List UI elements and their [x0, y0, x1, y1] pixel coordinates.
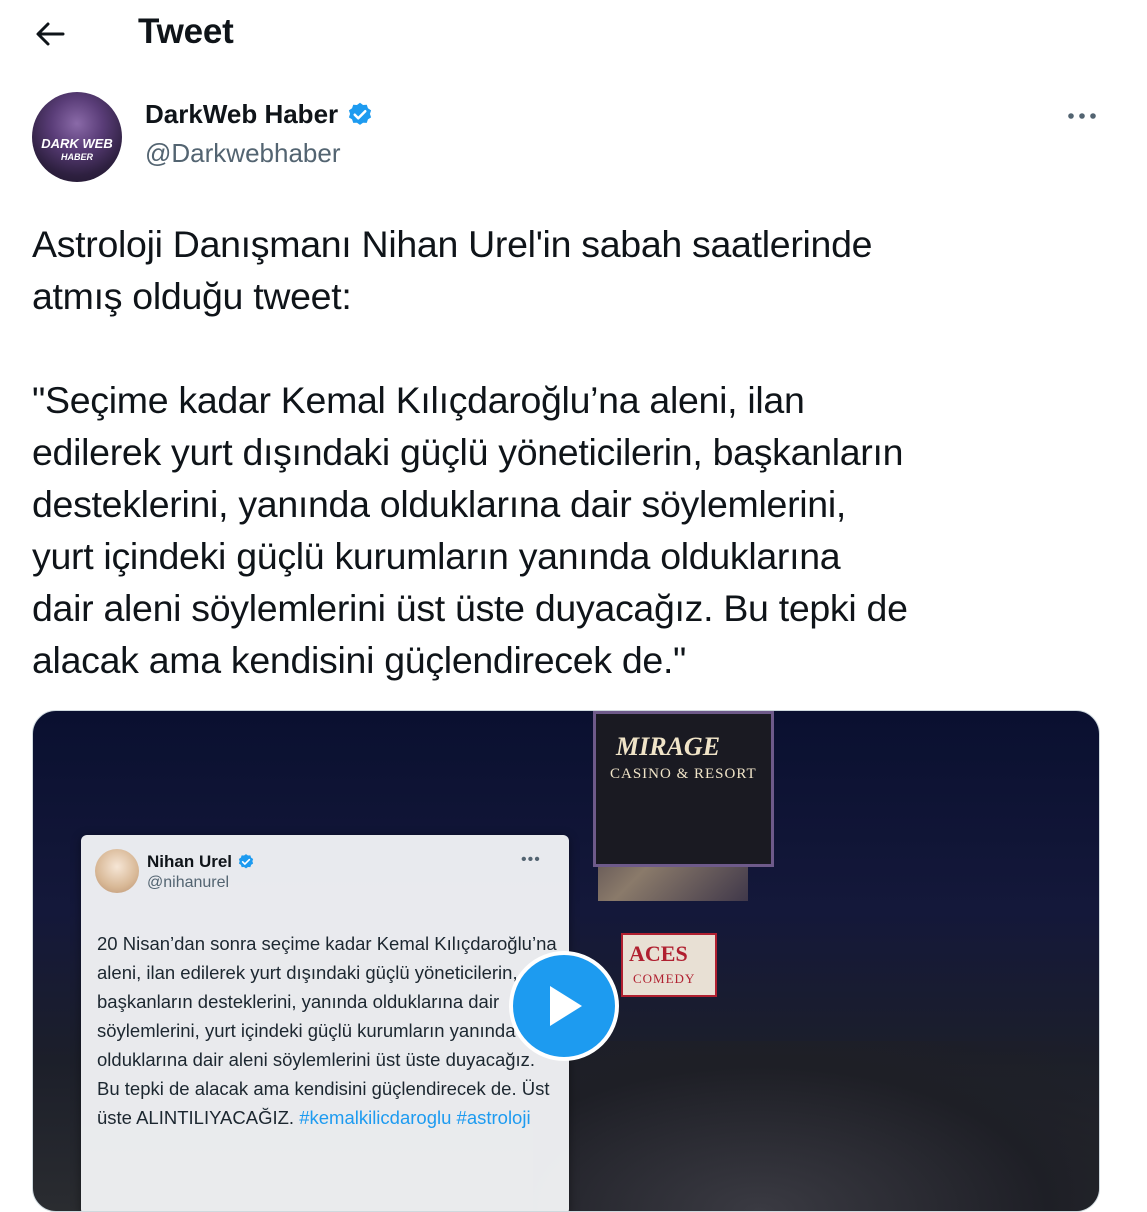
embedded-tweet-card: Nihan Urel @nihanurel ••• 20 Nisan’dan s… [81, 835, 569, 1211]
verified-badge-icon [349, 102, 372, 125]
crowd-background [533, 1041, 1099, 1211]
more-horizontal-icon [1068, 113, 1096, 119]
embedded-name-row: Nihan Urel [147, 852, 255, 872]
arrow-left-icon [36, 22, 65, 46]
verified-badge-icon [238, 854, 254, 869]
embedded-tweet-text: 20 Nisan’dan sonra seçime kadar Kemal Kı… [97, 929, 557, 1132]
comedy-sign-title: ACES [629, 941, 688, 966]
avatar-logo-text: DARK WEB [41, 136, 113, 151]
casino-sign: MIRAGE CASINO & RESORT [593, 711, 774, 867]
tweet-text: Astroloji Danışmanı Nihan Urel'in sabah … [32, 223, 908, 681]
author-handle[interactable]: @Darkwebhaber [145, 138, 340, 169]
video-player[interactable]: MIRAGE CASINO & RESORT ACES COMEDY Nihan… [32, 710, 1100, 1212]
more-options-button[interactable] [1062, 100, 1102, 132]
sign-subtitle: CASINO & RESORT [610, 766, 757, 782]
embedded-display-name: Nihan Urel [147, 852, 233, 871]
comedy-sign: ACES COMEDY [621, 933, 717, 997]
embedded-body-text: 20 Nisan’dan sonra seçime kadar Kemal Kı… [97, 933, 557, 1128]
embedded-avatar [95, 849, 139, 893]
play-button[interactable] [509, 951, 619, 1061]
sign-title: MIRAGE [616, 732, 721, 761]
more-horizontal-icon: ••• [521, 851, 541, 868]
hashtag-link: #kemalkilicdaroglu [299, 1107, 452, 1128]
back-button[interactable] [26, 12, 74, 56]
avatar[interactable]: DARK WEB HABER [32, 92, 122, 182]
page-title: Tweet [138, 12, 234, 51]
top-bar: Tweet [0, 0, 1147, 68]
embedded-handle: @nihanurel [147, 874, 230, 891]
author-display-name: DarkWeb Haber [145, 99, 339, 129]
author-name-link[interactable]: DarkWeb Haber [145, 99, 374, 130]
play-icon [550, 986, 582, 1026]
avatar-logo-subtext: HABER [60, 152, 93, 162]
hashtag-link: #astroloji [456, 1107, 531, 1128]
comedy-sign-subtitle: COMEDY [633, 971, 696, 986]
